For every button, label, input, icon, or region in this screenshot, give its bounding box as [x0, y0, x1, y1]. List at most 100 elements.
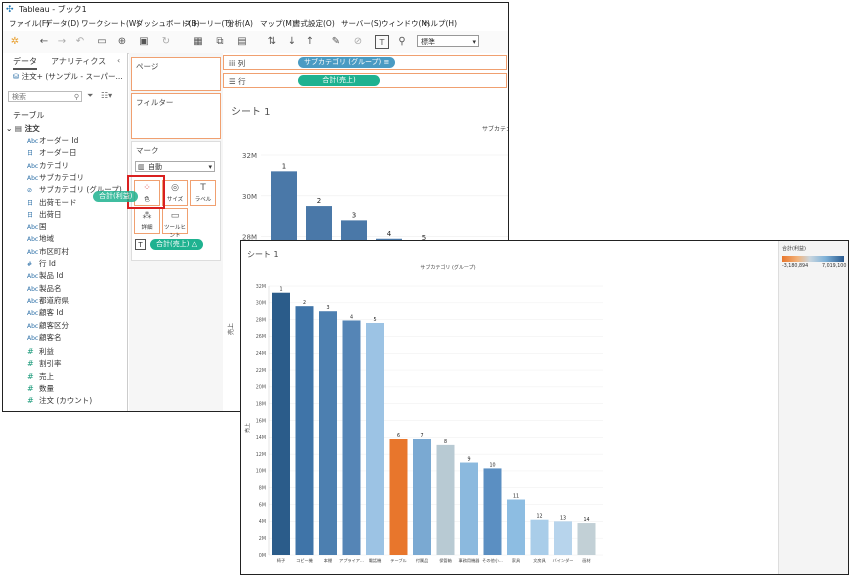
field-row[interactable]: # 割引率 — [27, 358, 62, 370]
y-tick-label: 18M — [256, 401, 266, 407]
view-options-icon[interactable]: ☷▾ — [101, 91, 112, 100]
search-placeholder: 検索 — [12, 93, 26, 101]
chart-icon[interactable]: ▦ — [191, 35, 205, 49]
undo-icon[interactable]: ↶ — [73, 35, 87, 49]
tooltip-icon: ▭ — [170, 211, 180, 221]
menu-story[interactable]: ストーリー(T) — [184, 18, 232, 29]
table-name: 注文 — [24, 124, 40, 133]
sales-label-pill[interactable]: 合計(売上) △ — [150, 239, 204, 250]
tab-analytics[interactable]: アナリティクス — [51, 56, 106, 67]
save-icon[interactable]: ▭ — [95, 35, 109, 49]
back-arrow-icon[interactable]: ← — [37, 35, 51, 49]
duplicate-icon[interactable]: ⧉ — [213, 35, 227, 49]
pin-icon[interactable]: ⚲ — [395, 35, 409, 49]
field-row[interactable]: Abc地域 — [27, 233, 54, 245]
menu-file[interactable]: ファイル(F) — [9, 18, 49, 29]
drag-pill-profit[interactable]: 合計(利益) — [93, 191, 139, 202]
field-row[interactable]: # 行 Id — [27, 258, 56, 270]
detail-button[interactable]: ⁂ 詳細 — [134, 208, 160, 234]
field-row[interactable]: Abc国 — [27, 221, 47, 233]
bar — [319, 311, 337, 555]
tab-data[interactable]: データ — [13, 56, 37, 70]
collapse-pane-icon[interactable]: ‹ — [117, 56, 120, 65]
bar-label: 2 — [317, 197, 321, 205]
field-type-icon: # — [27, 396, 34, 406]
show-labels-icon[interactable]: T — [375, 35, 389, 49]
field-row[interactable]: # 売上 — [27, 371, 54, 383]
field-row[interactable]: # 注文 (カウント) — [27, 395, 92, 407]
filter-icon[interactable]: ⏷ — [87, 91, 93, 101]
menu-worksheet[interactable]: ワークシート(W) — [81, 18, 139, 29]
rows-label: ☰ 行 — [229, 76, 246, 87]
tooltip-button[interactable]: ▭ ツールヒント — [162, 208, 188, 239]
label-label: ラベル — [194, 197, 212, 203]
menu-analysis[interactable]: 分析(A) — [227, 18, 253, 29]
field-row[interactable]: Abc顧客名 — [27, 332, 62, 344]
pages-shelf[interactable]: ページ — [131, 57, 221, 91]
sort-icon: ≡ — [383, 58, 390, 66]
sort-asc-icon[interactable]: ↓ — [285, 35, 299, 49]
field-row[interactable]: Abcサブカテゴリ — [27, 172, 84, 184]
field-row[interactable]: Abc顧客 Id — [27, 307, 63, 319]
fit-select[interactable]: 標準 ▾ — [417, 35, 479, 47]
x-tick-label: その他小... — [482, 557, 503, 564]
sort-desc-icon[interactable]: ↑ — [303, 35, 317, 49]
field-row[interactable]: 日出荷モード — [27, 197, 77, 209]
highlight-icon[interactable]: ✎ — [329, 35, 343, 49]
field-row[interactable]: Abc都道府県 — [27, 295, 69, 307]
field-row[interactable]: # 利益 — [27, 346, 54, 358]
menu-server[interactable]: サーバー(S) — [341, 18, 382, 29]
size-button[interactable]: ◎ サイズ — [162, 180, 188, 206]
field-row[interactable]: Abcオーダー Id — [27, 135, 78, 147]
filters-shelf[interactable]: フィルター — [131, 93, 221, 139]
y-tick-label: 12M — [256, 452, 266, 458]
mark-type-select[interactable]: ▥ 自動 ▾ — [135, 161, 215, 172]
clear-sheet-icon[interactable]: ▤ — [235, 35, 249, 49]
menu-data[interactable]: データ(D) — [45, 18, 79, 29]
menu-help[interactable]: ヘルプ(H) — [423, 18, 457, 29]
field-row[interactable]: Abc製品名 — [27, 283, 62, 295]
window-title: Tableau - ブック1 — [19, 5, 87, 14]
field-name: 出荷日 — [39, 209, 62, 219]
table-row[interactable]: ⌄ ▤ 注文 — [6, 123, 40, 134]
bar-label: 14 — [583, 517, 589, 523]
swap-icon[interactable]: ⇅ — [265, 35, 279, 49]
field-row[interactable]: Abcカテゴリ — [27, 160, 69, 172]
forward-arrow-icon[interactable]: → — [55, 35, 69, 49]
rows-pill[interactable]: 合計(売上) — [298, 75, 380, 86]
group-icon[interactable]: ⊘ — [351, 35, 365, 49]
new-datasource-icon[interactable]: ⊕ — [115, 35, 129, 49]
field-type-icon: Abc — [27, 273, 39, 281]
y-tick-label: 26M — [256, 334, 266, 340]
new-sheet-icon[interactable]: ▣ — [137, 35, 151, 49]
field-row[interactable]: Abc顧客区分 — [27, 320, 69, 332]
bar — [342, 320, 361, 555]
field-row[interactable]: 日出荷日 — [27, 209, 62, 221]
detail-icon: ⁂ — [142, 211, 152, 221]
menu-map[interactable]: マップ(M) — [260, 18, 295, 29]
field-row[interactable]: Abc製品 Id — [27, 270, 63, 282]
tableau-start-icon[interactable]: ✲ — [8, 35, 22, 49]
columns-icon: iii — [229, 59, 238, 68]
search-input[interactable]: 検索 ⚲ — [8, 91, 82, 102]
datasource-name: 注文+ (サンプル - スーパー... — [21, 72, 123, 81]
expand-icon: ⌄ ▤ — [6, 124, 25, 133]
legend-title: 合計(利益) — [782, 246, 806, 252]
datasource-row[interactable]: ⛁ 注文+ (サンプル - スーパー... — [13, 71, 125, 82]
field-row[interactable]: 日オーダー日 — [27, 147, 77, 159]
columns-pill[interactable]: サブカテゴリ (グループ) ≡ — [298, 57, 396, 68]
menu-format[interactable]: 書式設定(O) — [293, 18, 335, 29]
field-name: 出荷モード — [39, 197, 77, 207]
field-row[interactable]: Abc市区町村 — [27, 246, 69, 258]
x-tick-label: 付属品 — [416, 557, 429, 564]
bar-label: 6 — [397, 433, 400, 439]
label-button[interactable]: T ラベル — [190, 180, 216, 206]
bar — [577, 523, 596, 555]
refresh-icon[interactable]: ↻ — [159, 35, 173, 49]
y-axis-label: 売上 — [227, 323, 235, 335]
field-row[interactable]: # 数量 — [27, 383, 54, 395]
field-type-icon: 日 — [27, 150, 34, 158]
field-type-icon: Abc — [27, 322, 39, 330]
field-name: 市区町村 — [39, 246, 69, 256]
column-header: サブカテゴリ — [482, 125, 508, 133]
